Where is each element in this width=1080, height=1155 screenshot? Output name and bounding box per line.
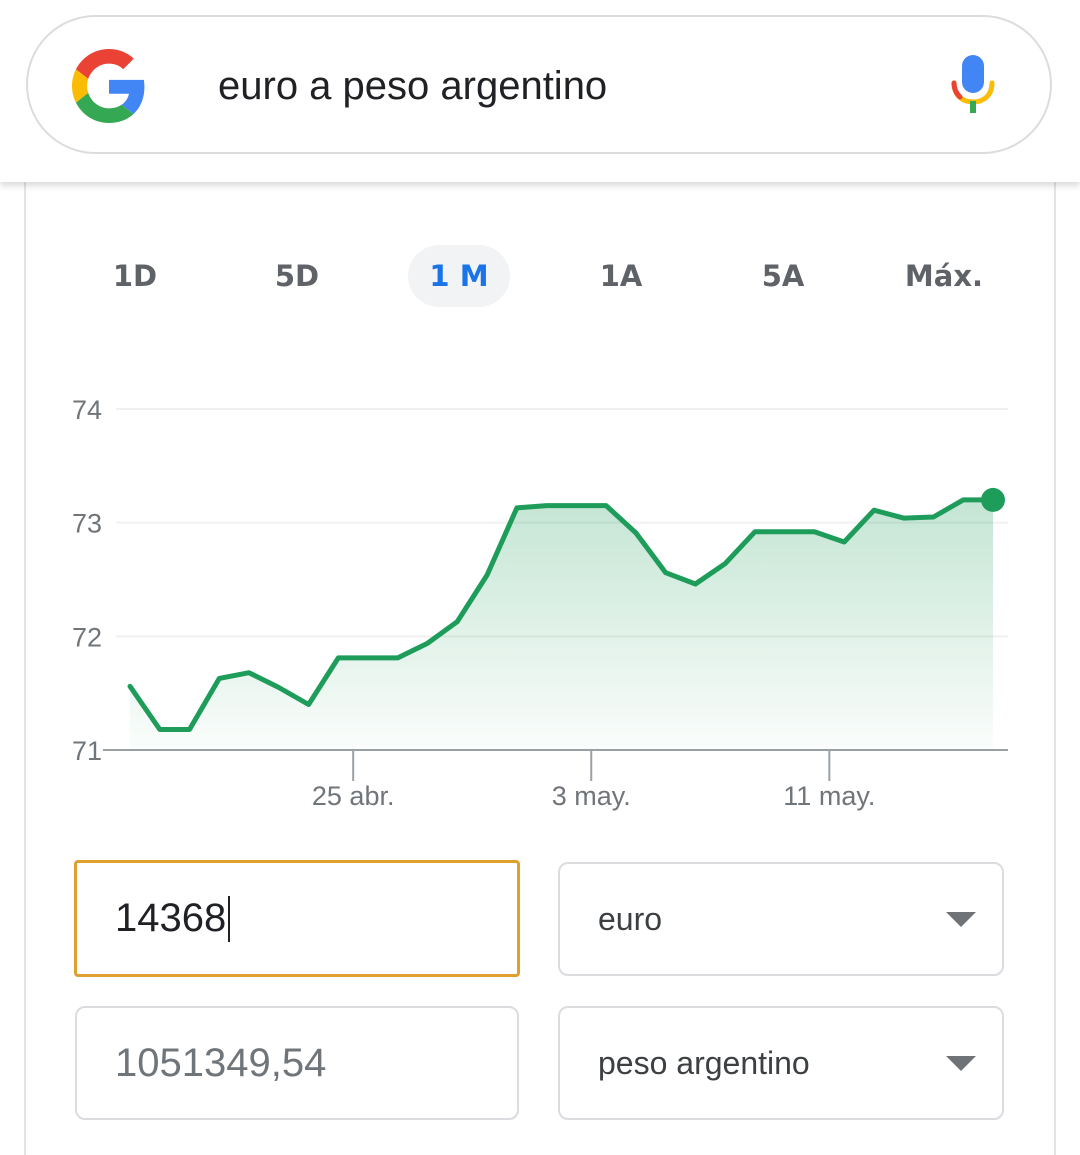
to-currency-label: peso argentino	[598, 1044, 810, 1081]
microphone-icon[interactable]	[948, 55, 998, 119]
search-box[interactable]: euro a peso argentino	[26, 15, 1052, 154]
from-currency-select[interactable]: euro	[558, 862, 1004, 976]
from-amount-value: 14368	[115, 896, 227, 940]
dropdown-arrow-icon	[946, 1056, 976, 1071]
search-query[interactable]: euro a peso argentino	[218, 63, 607, 109]
y-tick-label: 72	[72, 622, 102, 652]
tab-1d[interactable]: 1D	[95, 245, 175, 307]
y-tick-label: 71	[72, 736, 102, 766]
x-tick-label: 25 abr.	[312, 781, 395, 811]
exchange-rate-chart[interactable]: 74 73 72 71 25 abr. 3 may. 11 may.	[0, 380, 1080, 820]
tab-5d[interactable]: 5D	[257, 245, 337, 307]
from-amount-input[interactable]: 14368	[74, 860, 520, 977]
y-tick-label: 74	[72, 395, 102, 425]
chart-area-fill	[130, 499, 993, 750]
chart-current-point	[981, 487, 1005, 512]
from-currency-label: euro	[598, 900, 663, 937]
search-header: euro a peso argentino	[0, 0, 1080, 182]
to-amount-value: 1051349,54	[115, 1040, 327, 1085]
tab-5a[interactable]: 5A	[743, 245, 823, 307]
to-currency-select[interactable]: peso argentino	[558, 1006, 1004, 1120]
google-logo-icon	[72, 49, 145, 123]
to-amount-input[interactable]: 1051349,54	[75, 1006, 519, 1120]
text-caret	[228, 895, 231, 942]
tab-1m[interactable]: 1 M	[408, 245, 510, 307]
x-tick-label: 3 may.	[552, 781, 631, 811]
x-tick-label: 11 may.	[783, 781, 875, 811]
page: euro a peso argentino 1D 5D 1 M 1A 5A Má…	[0, 0, 1080, 1155]
y-tick-label: 73	[72, 509, 102, 539]
tab-1a[interactable]: 1A	[581, 245, 661, 307]
dropdown-arrow-icon	[946, 912, 976, 927]
tab-max[interactable]: Máx.	[896, 245, 992, 307]
